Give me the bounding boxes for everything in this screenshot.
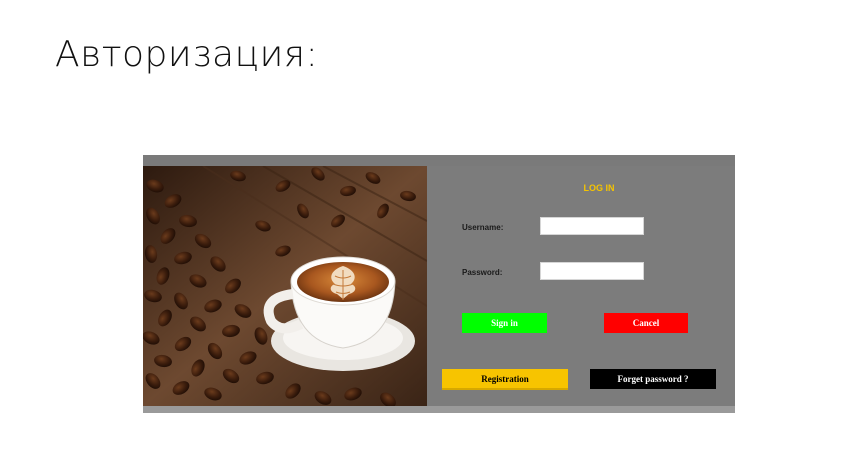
username-input[interactable]: [540, 217, 644, 235]
username-label: Username:: [462, 223, 504, 232]
forget-password-button[interactable]: Forget password ?: [590, 369, 716, 389]
login-title: LOG IN: [583, 183, 615, 193]
sign-in-button[interactable]: Sign in: [462, 313, 547, 333]
password-label: Password:: [462, 268, 503, 277]
cancel-button[interactable]: Cancel: [604, 313, 688, 333]
login-window: LOG IN Username: Password: Sign in Cance…: [143, 155, 735, 413]
slide-title: Авторизация:: [55, 34, 319, 75]
coffee-illustration: [143, 166, 427, 406]
registration-button[interactable]: Registration: [442, 369, 568, 390]
window-top-bar: [143, 155, 735, 166]
coffee-photo: [143, 166, 427, 406]
window-bottom-strip: [143, 406, 735, 413]
password-input[interactable]: [540, 262, 644, 280]
